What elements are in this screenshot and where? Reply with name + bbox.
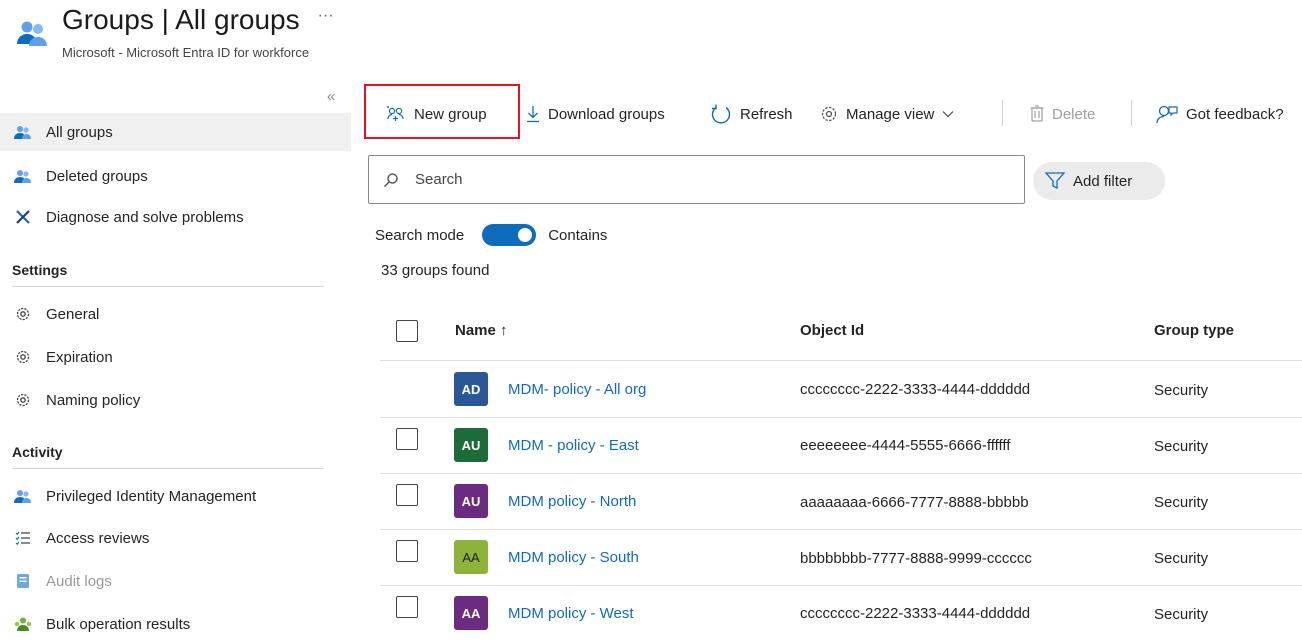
group-name-link[interactable]: MDM policy - North xyxy=(508,493,636,510)
sidebar-item-general[interactable]: General xyxy=(0,295,351,333)
activity-section-title: Activity xyxy=(12,444,324,469)
group-type: Security xyxy=(1154,382,1209,399)
sidebar-item-label: Privileged Identity Management xyxy=(46,487,257,505)
row-checkbox[interactable] xyxy=(396,540,418,562)
delete-button[interactable]: Delete xyxy=(1030,98,1095,130)
gear-icon xyxy=(12,391,34,409)
sidebar-item-bulk-results[interactable]: Bulk operation results xyxy=(0,605,351,643)
gear-icon xyxy=(12,305,34,323)
group-avatar: AU xyxy=(454,428,488,462)
select-all-checkbox[interactable] xyxy=(396,320,418,342)
group-type: Security xyxy=(1154,606,1209,623)
search-input[interactable] xyxy=(413,170,977,189)
wrench-cross-icon xyxy=(12,208,34,226)
groups-icon xyxy=(12,487,34,505)
search-mode: Search mode Contains xyxy=(375,224,607,246)
add-filter-button[interactable]: Add filter xyxy=(1033,162,1165,200)
row-divider xyxy=(380,473,1302,474)
chevron-down-icon xyxy=(942,110,954,118)
feedback-button[interactable]: Got feedback? xyxy=(1156,98,1284,130)
filter-icon xyxy=(1045,172,1065,190)
refresh-button[interactable]: Refresh xyxy=(710,98,793,130)
new-group-button[interactable]: New group xyxy=(386,98,487,130)
sidebar-item-label: Naming policy xyxy=(46,391,141,409)
sidebar-item-label: Expiration xyxy=(46,348,113,366)
row-divider xyxy=(380,585,1302,586)
sidebar-item-audit-logs[interactable]: Audit logs xyxy=(0,562,351,600)
sidebar-item-pim[interactable]: Privileged Identity Management xyxy=(0,477,351,515)
object-id: aaaaaaaa-6666-7777-8888-bbbbb xyxy=(800,494,1029,511)
sidebar-item-expiration[interactable]: Expiration xyxy=(0,338,351,376)
checklist-icon xyxy=(12,529,34,547)
page-title: Groups | All groups ··· xyxy=(62,4,334,35)
object-id: cccccccc-2222-3333-4444-dddddd xyxy=(800,605,1031,622)
groups-icon xyxy=(12,167,34,185)
refresh-icon xyxy=(710,103,732,125)
groups-header-icon xyxy=(16,18,48,50)
results-count: 33 groups found xyxy=(381,262,490,279)
groups-icon xyxy=(12,123,34,141)
row-divider xyxy=(380,529,1302,530)
column-header-name[interactable]: Name ↑ xyxy=(455,322,508,339)
group-avatar: AU xyxy=(454,484,488,518)
sidebar-item-label: Access reviews xyxy=(46,529,150,547)
search-icon xyxy=(383,172,399,188)
group-type: Security xyxy=(1154,438,1209,455)
group-name-link[interactable]: MDM- policy - All org xyxy=(508,381,646,398)
sidebar-item-access-reviews[interactable]: Access reviews xyxy=(0,519,351,557)
row-checkbox[interactable] xyxy=(396,484,418,506)
people-green-icon xyxy=(12,615,34,633)
sidebar-item-label: General xyxy=(46,305,100,323)
search-mode-value: Contains xyxy=(548,226,608,244)
search-mode-label: Search mode xyxy=(375,226,465,244)
group-type: Security xyxy=(1154,550,1209,567)
group-avatar: AA xyxy=(454,540,488,574)
search-box[interactable] xyxy=(368,155,1025,204)
toolbar-divider xyxy=(1002,100,1003,126)
gear-icon xyxy=(820,105,838,123)
log-icon xyxy=(12,572,34,590)
feedback-icon xyxy=(1156,104,1178,124)
group-avatar: AA xyxy=(454,596,488,630)
toolbar-divider xyxy=(1131,100,1132,126)
group-name-link[interactable]: MDM policy - West xyxy=(508,605,634,622)
manage-view-button[interactable]: Manage view xyxy=(820,98,962,130)
group-type: Security xyxy=(1154,494,1209,511)
trash-icon xyxy=(1030,105,1044,123)
add-group-icon xyxy=(386,106,406,122)
object-id: bbbbbbbb-7777-8888-9999-cccccc xyxy=(800,550,1032,567)
row-divider xyxy=(380,360,1302,361)
download-groups-button[interactable]: Download groups xyxy=(526,98,665,130)
collapse-sidebar-icon[interactable]: « xyxy=(327,88,335,105)
row-divider xyxy=(380,417,1302,418)
sidebar-item-label: Diagnose and solve problems xyxy=(46,208,244,226)
object-id: eeeeeeee-4444-5555-6666-ffffff xyxy=(800,437,1011,454)
sidebar-item-all-groups[interactable]: All groups xyxy=(0,113,351,151)
column-header-object-id[interactable]: Object Id xyxy=(800,322,864,339)
sidebar-item-label: Bulk operation results xyxy=(46,615,191,633)
group-name-link[interactable]: MDM policy - South xyxy=(508,549,639,566)
row-checkbox[interactable] xyxy=(396,596,418,618)
sidebar-item-label: All groups xyxy=(46,123,113,141)
sidebar-item-label: Deleted groups xyxy=(46,167,148,185)
settings-section-title: Settings xyxy=(12,262,324,287)
search-mode-toggle[interactable] xyxy=(482,224,537,246)
download-icon xyxy=(526,105,540,123)
sidebar-item-label: Audit logs xyxy=(46,572,112,590)
gear-icon xyxy=(12,348,34,366)
group-avatar: AD xyxy=(454,372,488,406)
sidebar-item-naming-policy[interactable]: Naming policy xyxy=(0,381,351,419)
sidebar-item-deleted-groups[interactable]: Deleted groups xyxy=(0,157,351,195)
more-options-icon[interactable]: ··· xyxy=(318,7,334,24)
object-id: cccccccc-2222-3333-4444-dddddd xyxy=(800,381,1031,398)
group-name-link[interactable]: MDM - policy - East xyxy=(508,437,639,454)
column-header-group-type[interactable]: Group type xyxy=(1154,322,1234,339)
row-checkbox[interactable] xyxy=(396,428,418,450)
sidebar-item-diagnose[interactable]: Diagnose and solve problems xyxy=(0,198,351,236)
page-subtitle: Microsoft - Microsoft Entra ID for workf… xyxy=(62,45,310,60)
